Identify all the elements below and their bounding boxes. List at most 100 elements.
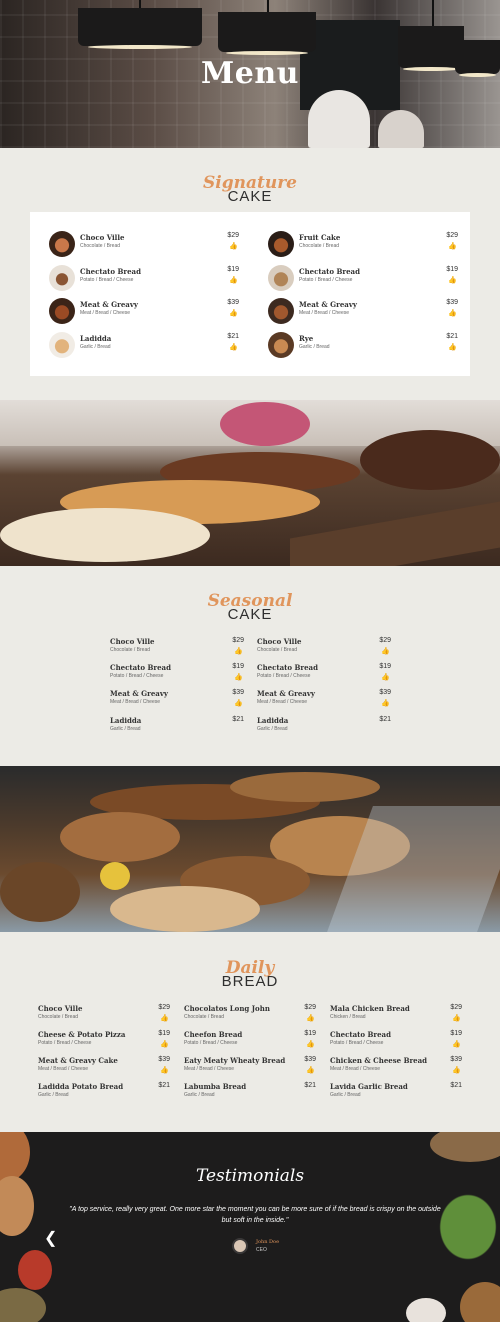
testimonial-author: John Doe <box>256 1239 280 1245</box>
chevron-left-icon[interactable]: ❮ <box>44 1228 57 1248</box>
menu-item[interactable]: Chicken & Cheese Bread Meat / Bread / Ch… <box>330 1056 462 1078</box>
nuts-decoration <box>0 1288 46 1322</box>
menu-item-desc: Meat / Bread / Cheese <box>184 1066 235 1072</box>
thumbs-up-icon[interactable]: 👍 <box>229 242 238 250</box>
menu-item-name: Cheese & Potato Pizza <box>38 1030 126 1039</box>
menu-item-price: $29 <box>227 232 239 239</box>
menu-item-thumbnail <box>49 265 75 291</box>
thumbs-up-icon[interactable]: 👍 <box>160 1040 169 1048</box>
menu-item-desc: Chocolate / Bread <box>38 1014 79 1020</box>
menu-item-thumbnail <box>268 298 294 324</box>
menu-item-price: $39 <box>232 689 244 696</box>
menu-item[interactable]: Meat & Greavy Meat / Bread / Cheese $39 … <box>268 298 458 326</box>
menu-item[interactable]: Ladidda Garlic / Bread $21 👍 <box>49 332 239 360</box>
thumbs-up-icon[interactable]: 👍 <box>381 699 390 707</box>
menu-item-desc: Chicken / Bread <box>330 1014 366 1020</box>
flower <box>100 862 130 890</box>
menu-item-thumbnail <box>49 231 75 257</box>
menu-item[interactable]: Chectato Bread Potato / Bread / Cheese $… <box>49 265 239 293</box>
menu-item[interactable]: Cheese & Potato Pizza Potato / Bread / C… <box>38 1030 170 1052</box>
menu-item-desc: Garlic / Bread <box>330 1092 361 1098</box>
menu-item-name: Eaty Meaty Wheaty Bread <box>184 1056 286 1065</box>
thumbs-up-icon[interactable]: 👍 <box>160 1014 169 1022</box>
menu-item[interactable]: Meat & Greavy Cake Meat / Bread / Cheese… <box>38 1056 170 1078</box>
menu-item-name: Chicken & Cheese Bread <box>330 1056 428 1065</box>
thumbs-up-icon[interactable]: 👍 <box>229 343 238 351</box>
menu-item[interactable]: Choco Ville Chocolate / Bread $29 👍 <box>38 1004 170 1026</box>
menu-item[interactable]: Chectato Bread Potato / Bread / Cheese $… <box>110 663 244 685</box>
thumbs-up-icon[interactable]: 👍 <box>448 309 457 317</box>
menu-item[interactable]: Choco Ville Chocolate / Bread $29 👍 <box>49 231 239 259</box>
menu-item-name: Lavida Garlic Bread <box>330 1082 408 1091</box>
thumbs-up-icon[interactable]: 👍 <box>306 1066 315 1074</box>
leaf-decoration <box>420 1172 500 1282</box>
menu-item[interactable]: Chectato Bread Potato / Bread / Cheese $… <box>268 265 458 293</box>
testimonials-section: Testimonials ❮ "A top service, really ve… <box>0 1132 500 1322</box>
menu-item[interactable]: Meat & Greavy Meat / Bread / Cheese $39 … <box>49 298 239 326</box>
thumbs-up-icon[interactable]: 👍 <box>448 343 457 351</box>
menu-item-name: Fruit Cake <box>299 233 341 242</box>
thumbs-up-icon[interactable]: 👍 <box>448 276 457 284</box>
menu-item[interactable]: Chocolatos Long John Chocolate / Bread $… <box>184 1004 316 1026</box>
thumbs-up-icon[interactable]: 👍 <box>234 647 243 655</box>
thumbs-up-icon[interactable]: 👍 <box>381 673 390 681</box>
menu-item[interactable]: Cheefon Bread Potato / Bread / Cheese $1… <box>184 1030 316 1052</box>
section-heading: Seasonal CAKE <box>0 593 500 623</box>
thumbs-up-icon[interactable]: 👍 <box>234 699 243 707</box>
thumbs-up-icon[interactable]: 👍 <box>381 647 390 655</box>
menu-item[interactable]: Rye Garlic / Bread $21 👍 <box>268 332 458 360</box>
menu-item-name: Meat & Greavy <box>80 300 138 309</box>
menu-item-name: Meat & Greavy Cake <box>38 1056 118 1065</box>
thumbs-up-icon[interactable]: 👍 <box>160 1066 169 1074</box>
menu-item[interactable]: Mala Chicken Bread Chicken / Bread $29 👍 <box>330 1004 462 1026</box>
menu-item-desc: Garlic / Bread <box>257 726 288 732</box>
menu-item[interactable]: Eaty Meaty Wheaty Bread Meat / Bread / C… <box>184 1056 316 1078</box>
menu-item[interactable]: Ladidda Garlic / Bread $21 <box>110 716 244 738</box>
menu-item-name: Rye <box>299 334 314 343</box>
thumbs-up-icon[interactable]: 👍 <box>452 1040 461 1048</box>
menu-item-price: $29 <box>450 1004 462 1011</box>
menu-item[interactable]: Chectato Bread Potato / Bread / Cheese $… <box>257 663 391 685</box>
menu-item-desc: Meat / Bread / Cheese <box>80 310 131 316</box>
testimonial-quote: "A top service, really very great. One m… <box>69 1206 441 1224</box>
menu-item-desc: Potato / Bread / Cheese <box>80 277 134 283</box>
menu-item-desc: Meat / Bread / Cheese <box>299 310 350 316</box>
signature-menu-card: Choco Ville Chocolate / Bread $29 👍 Frui… <box>30 212 470 376</box>
pastry-display-image <box>0 400 500 566</box>
menu-item-price: $21 <box>304 1082 316 1089</box>
menu-item-desc: Potato / Bread / Cheese <box>184 1040 238 1046</box>
testimonials-title: Testimonials <box>195 1166 305 1186</box>
thumbs-up-icon[interactable]: 👍 <box>229 276 238 284</box>
seasonal-section: Seasonal CAKE Choco Ville Chocolate / Br… <box>0 566 500 766</box>
menu-item-price: $29 <box>379 637 391 644</box>
menu-item[interactable]: Chectato Bread Potato / Bread / Cheese $… <box>330 1030 462 1052</box>
donut-row <box>0 508 210 562</box>
menu-item[interactable]: Ladidda Garlic / Bread $21 <box>257 716 391 738</box>
menu-item-name: Chectato Bread <box>257 663 318 672</box>
section-heading-caps: CAKE <box>227 606 273 623</box>
menu-item[interactable]: Lavida Garlic Bread Garlic / Bread $21 <box>330 1082 462 1104</box>
menu-item[interactable]: Ladidda Potato Bread Garlic / Bread $21 <box>38 1082 170 1104</box>
menu-item-name: Meat & Greavy <box>110 689 168 698</box>
menu-item-name: Chectato Bread <box>80 267 141 276</box>
menu-item[interactable]: Choco Ville Chocolate / Bread $29 👍 <box>110 637 244 659</box>
thumbs-up-icon[interactable]: 👍 <box>452 1014 461 1022</box>
menu-item[interactable]: Choco Ville Chocolate / Bread $29 👍 <box>257 637 391 659</box>
menu-item-price: $21 <box>158 1082 170 1089</box>
section-heading-caps: BREAD <box>221 973 279 990</box>
thumbs-up-icon[interactable]: 👍 <box>229 309 238 317</box>
menu-item-price: $29 <box>158 1004 170 1011</box>
menu-item[interactable]: Labumba Bread Garlic / Bread $21 <box>184 1082 316 1104</box>
menu-item[interactable]: Fruit Cake Chocolate / Bread $29 👍 <box>268 231 458 259</box>
strawberry-decoration <box>18 1250 52 1290</box>
menu-item-name: Ladidda <box>110 716 142 725</box>
menu-item[interactable]: Meat & Greavy Meat / Bread / Cheese $39 … <box>110 689 244 711</box>
thumbs-up-icon[interactable]: 👍 <box>448 242 457 250</box>
thumbs-up-icon[interactable]: 👍 <box>306 1040 315 1048</box>
menu-item-name: Labumba Bread <box>184 1082 247 1091</box>
thumbs-up-icon[interactable]: 👍 <box>234 673 243 681</box>
menu-item[interactable]: Meat & Greavy Meat / Bread / Cheese $39 … <box>257 689 391 711</box>
thumbs-up-icon[interactable]: 👍 <box>452 1066 461 1074</box>
thumbs-up-icon[interactable]: 👍 <box>306 1014 315 1022</box>
menu-item-name: Meat & Greavy <box>299 300 357 309</box>
